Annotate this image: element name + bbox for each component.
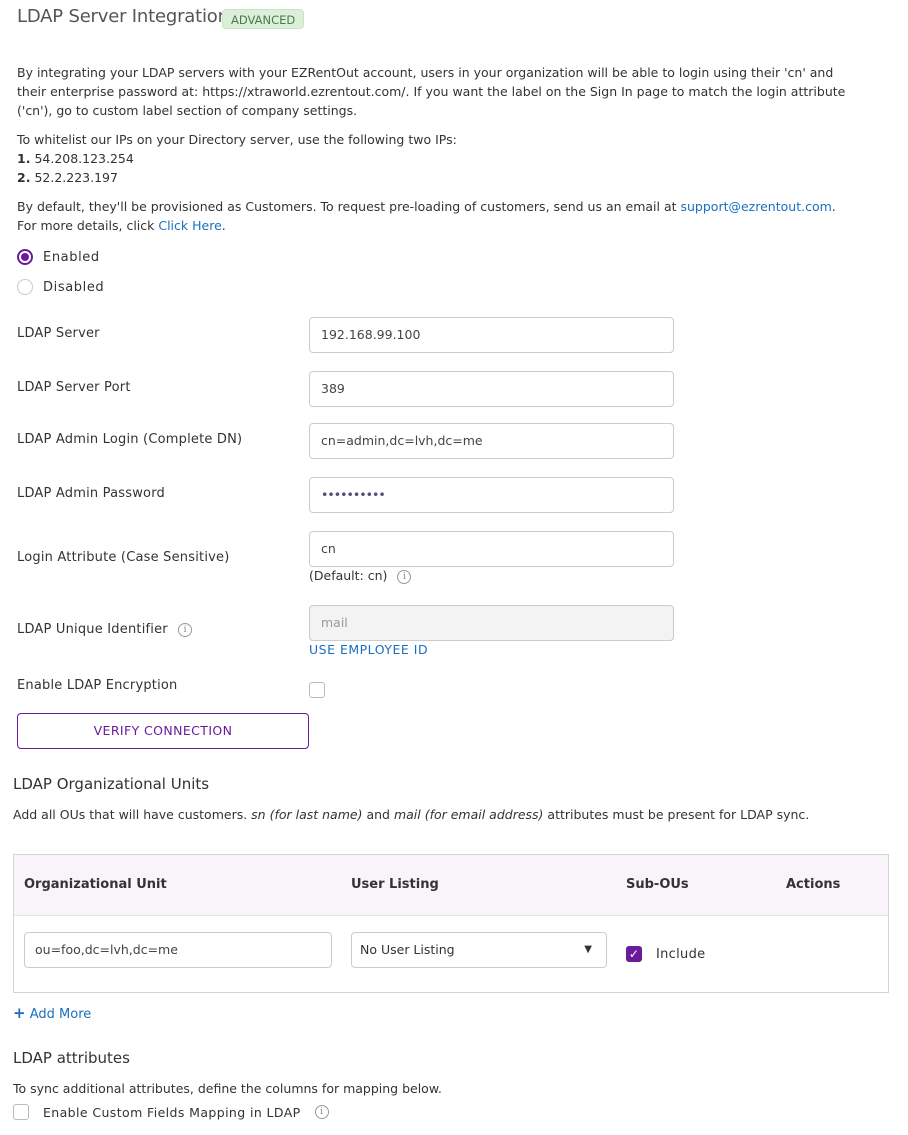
whitelist-text: To whitelist our IPs on your Directory s… — [17, 132, 457, 147]
login-attribute-input[interactable]: cn — [309, 531, 674, 567]
add-more-link[interactable]: + Add More — [13, 1004, 91, 1022]
column-header-actions: Actions — [786, 877, 841, 892]
attributes-section-title: LDAP attributes — [13, 1049, 130, 1067]
unique-identifier-label: LDAP Unique Identifier i — [17, 622, 193, 637]
column-header-ou: Organizational Unit — [24, 877, 167, 892]
ou-input[interactable]: ou=foo,dc=lvh,dc=me — [24, 932, 332, 968]
use-employee-id-link[interactable]: USE EMPLOYEE ID — [309, 642, 428, 657]
ip-item-2: 2. 52.2.223.197 — [17, 170, 118, 185]
ldap-port-label: LDAP Server Port — [17, 380, 131, 395]
sub-ous-include[interactable]: ✓ Include — [626, 946, 705, 962]
radio-enabled[interactable]: Enabled — [17, 249, 100, 265]
admin-login-label: LDAP Admin Login (Complete DN) — [17, 432, 243, 447]
admin-password-label: LDAP Admin Password — [17, 486, 165, 501]
page-title: LDAP Server Integration — [17, 6, 229, 27]
chevron-down-icon: ▼ — [584, 944, 592, 955]
ldap-port-input[interactable]: 389 — [309, 371, 674, 407]
user-listing-select[interactable]: No User Listing ▼ — [351, 932, 607, 968]
plus-icon: + — [13, 1004, 26, 1022]
intro-line-2: their enterprise password at: https://xt… — [17, 84, 846, 99]
attributes-section-desc: To sync additional attributes, define th… — [13, 1081, 442, 1096]
intro-text: By integrating your LDAP servers with yo… — [17, 63, 892, 120]
admin-password-input[interactable]: •••••••••• — [309, 477, 674, 513]
encryption-label: Enable LDAP Encryption — [17, 678, 178, 693]
radio-disabled[interactable]: Disabled — [17, 279, 104, 295]
radio-disabled-circle[interactable] — [17, 279, 33, 295]
ldap-server-input[interactable]: 192.168.99.100 — [309, 317, 674, 353]
column-header-user-listing: User Listing — [351, 877, 439, 892]
click-here-link[interactable]: Click Here — [158, 218, 221, 233]
info-icon[interactable]: i — [397, 569, 412, 584]
radio-enabled-circle[interactable] — [17, 249, 33, 265]
info-icon[interactable]: i — [314, 1105, 329, 1119]
ou-section-title: LDAP Organizational Units — [13, 775, 210, 793]
provision-block: By default, they'll be provisioned as Cu… — [17, 199, 836, 233]
support-email-link[interactable]: support@ezrentout.com — [681, 199, 832, 214]
ou-table-header: Organizational Unit User Listing Sub-OUs… — [14, 855, 888, 916]
ou-table: Organizational Unit User Listing Sub-OUs… — [13, 854, 889, 993]
sub-ous-checkbox[interactable]: ✓ — [626, 946, 642, 962]
advanced-badge: ADVANCED — [222, 9, 305, 29]
ldap-server-label: LDAP Server — [17, 326, 100, 341]
intro-line-3: ('cn'), go to custom label section of co… — [17, 103, 358, 118]
whitelist-block: To whitelist our IPs on your Directory s… — [17, 130, 892, 187]
custom-fields-toggle[interactable]: Enable Custom Fields Mapping in LDAP i — [13, 1104, 329, 1120]
login-attribute-label: Login Attribute (Case Sensitive) — [17, 550, 230, 565]
ou-section-desc: Add all OUs that will have customers. sn… — [13, 807, 810, 822]
login-attribute-hint: (Default: cn) i — [309, 568, 412, 584]
ip-item-1: 1. 54.208.123.254 — [17, 151, 134, 166]
custom-fields-checkbox[interactable] — [13, 1104, 29, 1120]
unique-identifier-input: mail — [309, 605, 674, 641]
column-header-sub-ous: Sub-OUs — [626, 877, 689, 892]
intro-line-1: By integrating your LDAP servers with yo… — [17, 65, 834, 80]
info-icon[interactable]: i — [178, 622, 193, 637]
encryption-checkbox[interactable] — [309, 682, 325, 698]
admin-login-input[interactable]: cn=admin,dc=lvh,dc=me — [309, 423, 674, 459]
verify-connection-button[interactable]: VERIFY CONNECTION — [17, 713, 309, 749]
